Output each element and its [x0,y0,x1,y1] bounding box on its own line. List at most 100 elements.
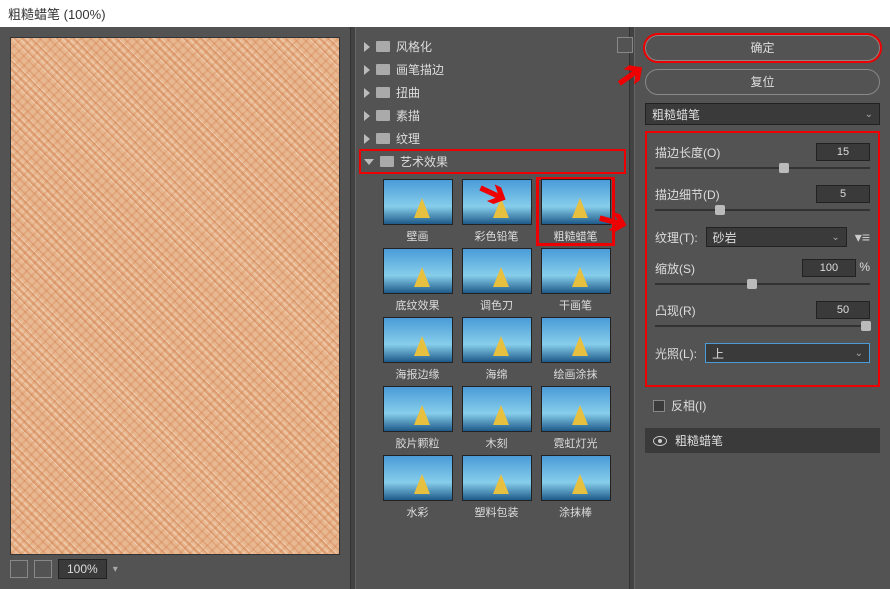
filter-thumb[interactable]: 涂抹棒 [538,455,613,520]
relief-slider[interactable] [655,321,870,331]
light-value: 上 [712,345,724,362]
thumb-label: 绘画涂抹 [554,366,598,382]
category-label: 画笔描边 [396,61,444,78]
category-item[interactable]: 纹理 [360,127,625,150]
stroke-detail-input[interactable] [816,185,870,203]
thumb-label: 涂抹棒 [559,504,592,520]
filter-thumb[interactable]: 干画笔 [538,248,613,313]
thumb-image [541,317,611,363]
stroke-detail-label: 描边细节(D) [655,186,720,203]
filter-thumb[interactable]: 海绵 [459,317,534,382]
texture-menu-icon[interactable]: ▾≡ [855,229,870,246]
category-item[interactable]: 画笔描边 [360,58,625,81]
title-bar: 粗糙蜡笔 (100%) [0,0,890,27]
chevron-down-icon: ⌄ [865,109,873,120]
invert-checkbox[interactable] [653,400,665,412]
filter-gallery: 风格化画笔描边扭曲素描纹理艺术效果壁画 彩色铅笔 粗糙蜡笔底纹效果 调色刀 干画笔海报边… [356,27,629,589]
thumb-image [383,317,453,363]
eye-icon[interactable] [653,436,667,446]
triangle-icon [364,111,370,121]
filter-thumb[interactable]: 木刻 [459,386,534,451]
effect-layer-row[interactable]: 粗糙蜡笔 [645,428,880,453]
filter-thumb[interactable]: 粗糙蜡笔 [538,179,613,244]
reset-button[interactable]: 复位 [645,69,880,95]
stroke-length-label: 描边长度(O) [655,144,720,161]
zoom-in-button[interactable] [34,560,52,578]
zoom-out-button[interactable] [10,560,28,578]
invert-label: 反相(I) [671,397,706,414]
thumb-image [462,179,532,225]
slider-thumb[interactable] [747,279,757,289]
thumb-image [383,386,453,432]
filter-thumb[interactable]: 海报边缘 [380,317,455,382]
relief-label: 凸现(R) [655,302,696,319]
collapse-button[interactable] [617,37,633,53]
ok-button[interactable]: 确定 [645,35,880,61]
folder-icon [380,156,394,167]
folder-icon [376,133,390,144]
category-item[interactable]: 风格化 [360,35,625,58]
thumb-label: 水彩 [407,504,429,520]
thumb-label: 彩色铅笔 [475,228,519,244]
scale-unit: % [859,260,870,274]
thumb-image [383,455,453,501]
folder-icon [376,41,390,52]
category-label: 扭曲 [396,84,420,101]
texture-select[interactable]: 砂岩 ⌄ [706,227,847,247]
category-item[interactable]: 艺术效果 [360,150,625,173]
filter-thumb[interactable]: 胶片颗粒 [380,386,455,451]
preview-canvas[interactable] [10,37,340,555]
stroke-detail-slider[interactable] [655,205,870,215]
filter-thumb[interactable]: 底纹效果 [380,248,455,313]
triangle-icon [364,134,370,144]
preset-value: 粗糙蜡笔 [652,106,700,123]
scale-slider[interactable] [655,279,870,289]
filter-thumb[interactable]: 霓虹灯光 [538,386,613,451]
settings-panel: 确定 复位 粗糙蜡笔 ⌄ 描边长度(O) 描边细节(D) 纹理(T): 砂岩 ⌄ [635,27,890,589]
light-select[interactable]: 上 ⌄ [705,343,870,363]
filter-thumb[interactable]: 水彩 [380,455,455,520]
relief-input[interactable] [816,301,870,319]
thumb-label: 壁画 [407,228,429,244]
scale-input[interactable] [802,259,856,277]
filter-thumb[interactable]: 调色刀 [459,248,534,313]
category-label: 纹理 [396,130,420,147]
light-label: 光照(L): [655,345,697,362]
layer-name: 粗糙蜡笔 [675,432,723,449]
preset-select[interactable]: 粗糙蜡笔 ⌄ [645,103,880,125]
texture-value: 砂岩 [713,229,737,246]
thumb-label: 干画笔 [559,297,592,313]
thumb-image [462,455,532,501]
thumb-label: 底纹效果 [396,297,440,313]
filter-thumb[interactable]: 绘画涂抹 [538,317,613,382]
zoom-value[interactable]: 100% [58,559,107,579]
thumb-image [383,248,453,294]
slider-thumb[interactable] [779,163,789,173]
slider-thumb[interactable] [861,321,871,331]
triangle-icon [364,42,370,52]
thumb-image [462,248,532,294]
triangle-icon [364,88,370,98]
category-item[interactable]: 素描 [360,104,625,127]
thumb-label: 调色刀 [480,297,513,313]
category-item[interactable]: 扭曲 [360,81,625,104]
stroke-length-slider[interactable] [655,163,870,173]
filter-thumb[interactable]: 塑料包装 [459,455,534,520]
thumb-image [541,179,611,225]
thumb-grid: 壁画 彩色铅笔 粗糙蜡笔底纹效果 调色刀 干画笔海报边缘海绵绘画涂抹胶片颗粒木刻 霓虹灯光… [360,173,625,526]
folder-icon [376,87,390,98]
folder-icon [376,64,390,75]
filter-thumb[interactable]: 彩色铅笔 [459,179,534,244]
category-label: 风格化 [396,38,432,55]
triangle-icon [364,159,374,165]
slider-thumb[interactable] [715,205,725,215]
triangle-icon [364,65,370,75]
filter-thumb[interactable]: 壁画 [380,179,455,244]
stroke-length-input[interactable] [816,143,870,161]
zoom-chevron-icon[interactable]: ▾ [113,564,118,575]
thumb-label: 木刻 [486,435,508,451]
thumb-image [462,386,532,432]
window-title: 粗糙蜡笔 (100%) [8,7,106,22]
thumb-image [462,317,532,363]
parameters-box: 描边长度(O) 描边细节(D) 纹理(T): 砂岩 ⌄ ▾≡ 缩放(S) % [645,131,880,387]
